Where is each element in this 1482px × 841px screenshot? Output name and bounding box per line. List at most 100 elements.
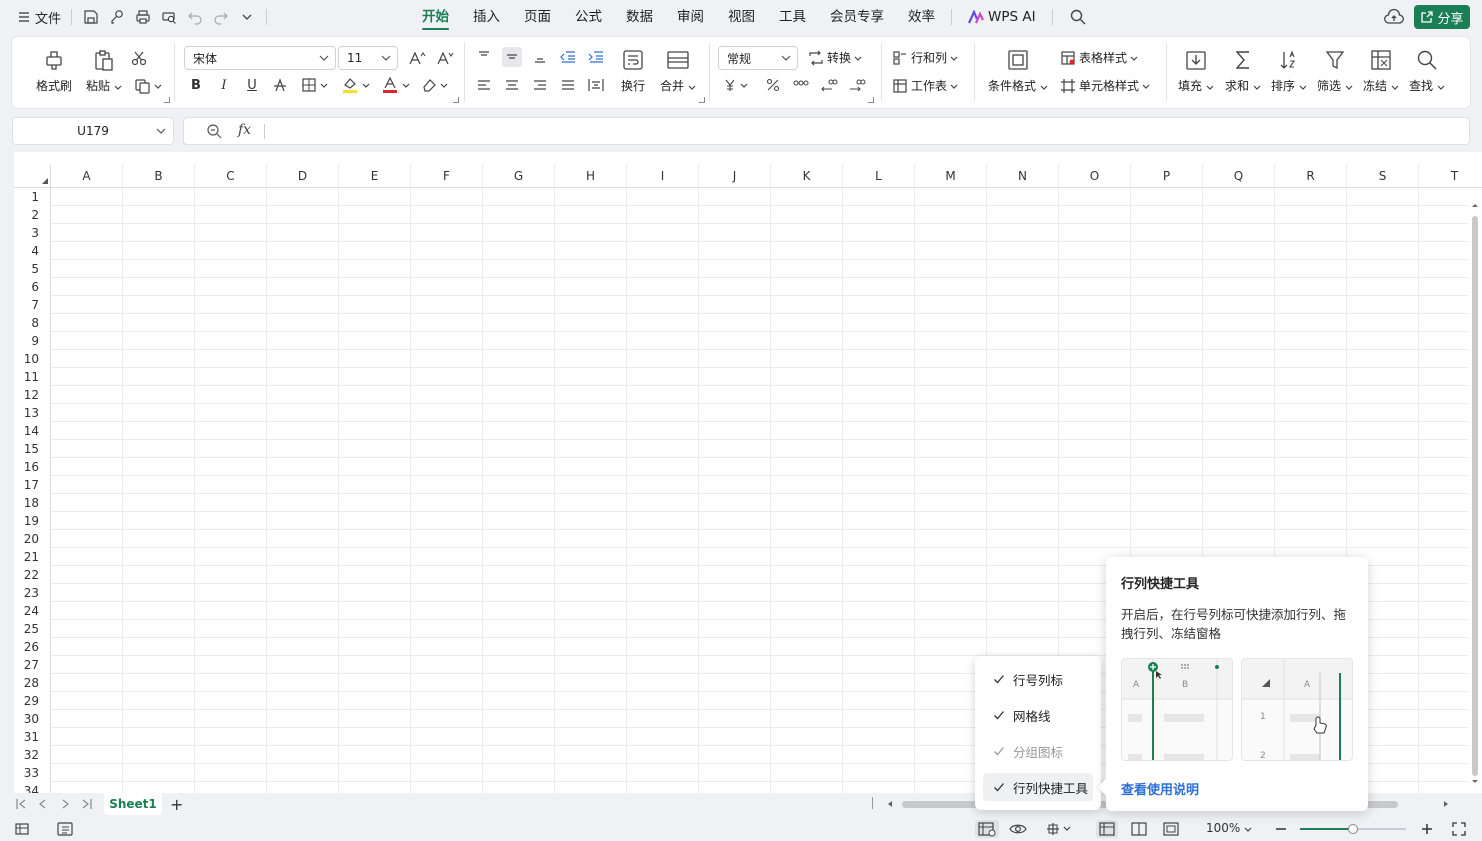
tab-insert[interactable]: 插入 bbox=[461, 0, 512, 34]
font-color-icon[interactable] bbox=[380, 75, 414, 95]
print-preview-icon[interactable] bbox=[160, 8, 178, 26]
row-header[interactable]: 13 bbox=[14, 404, 51, 422]
row-header[interactable]: 4 bbox=[14, 242, 51, 260]
column-header[interactable]: D bbox=[267, 164, 339, 188]
column-header[interactable]: I bbox=[627, 164, 699, 188]
scroll-down-icon[interactable] bbox=[1468, 775, 1482, 789]
prev-sheet-icon[interactable] bbox=[36, 797, 50, 811]
row-header[interactable]: 22 bbox=[14, 566, 51, 584]
row-header[interactable]: 20 bbox=[14, 530, 51, 548]
cut-icon[interactable] bbox=[129, 48, 149, 68]
row-header[interactable]: 29 bbox=[14, 692, 51, 710]
cell-style-button[interactable]: 单元格样式 bbox=[1060, 77, 1150, 94]
column-header[interactable]: S bbox=[1347, 164, 1419, 188]
number-format-select[interactable]: 常规 bbox=[718, 46, 798, 70]
row-header[interactable]: 14 bbox=[14, 422, 51, 440]
align-center-icon[interactable] bbox=[502, 75, 522, 95]
row-header[interactable]: 10 bbox=[14, 350, 51, 368]
paste-button[interactable]: 粘贴 bbox=[86, 47, 122, 94]
macro-icon[interactable] bbox=[14, 820, 32, 838]
row-header[interactable]: 16 bbox=[14, 458, 51, 476]
row-header[interactable]: 32 bbox=[14, 746, 51, 764]
format-painter-button[interactable]: 格式刷 bbox=[36, 47, 72, 94]
formula-bar[interactable]: fx bbox=[183, 117, 1470, 145]
view-options-icon[interactable] bbox=[975, 820, 999, 838]
column-header[interactable]: O bbox=[1059, 164, 1131, 188]
scroll-up-icon[interactable] bbox=[1468, 198, 1482, 212]
alignment-launcher[interactable] bbox=[699, 97, 705, 103]
align-bottom-icon[interactable] bbox=[530, 47, 550, 67]
distribute-icon[interactable] bbox=[586, 75, 606, 95]
decrease-font-icon[interactable] bbox=[435, 48, 455, 68]
row-header[interactable]: 23 bbox=[14, 584, 51, 602]
sort-button[interactable]: 排序 bbox=[1271, 47, 1307, 94]
copy-icon[interactable] bbox=[132, 76, 166, 96]
share-button[interactable]: 分享 bbox=[1414, 5, 1470, 29]
menu-item-row-col-tools[interactable]: 行列快捷工具 bbox=[983, 773, 1093, 801]
zoom-out-icon[interactable] bbox=[1274, 820, 1288, 838]
fill-color-icon[interactable] bbox=[340, 75, 374, 95]
column-header[interactable]: J bbox=[699, 164, 771, 188]
fill-button[interactable]: 填充 bbox=[1178, 47, 1214, 94]
row-header[interactable]: 34 bbox=[14, 782, 51, 793]
row-header[interactable]: 25 bbox=[14, 620, 51, 638]
find-button[interactable]: 查找 bbox=[1409, 47, 1445, 94]
column-header[interactable]: G bbox=[483, 164, 555, 188]
menu-item-headings[interactable]: 行号列标 bbox=[983, 665, 1093, 693]
row-header[interactable]: 12 bbox=[14, 386, 51, 404]
first-sheet-icon[interactable] bbox=[14, 797, 28, 811]
eye-protection-icon[interactable] bbox=[1008, 820, 1028, 838]
increase-decimal-icon[interactable] bbox=[819, 75, 839, 95]
row-header[interactable]: 26 bbox=[14, 638, 51, 656]
sheet-tab[interactable]: Sheet1 bbox=[104, 793, 162, 815]
column-header[interactable]: B bbox=[123, 164, 195, 188]
row-header[interactable]: 30 bbox=[14, 710, 51, 728]
column-header[interactable]: T bbox=[1419, 164, 1482, 188]
row-header[interactable]: 15 bbox=[14, 440, 51, 458]
row-header[interactable]: 9 bbox=[14, 332, 51, 350]
vertical-scroll-thumb[interactable] bbox=[1472, 216, 1478, 776]
page-break-icon[interactable] bbox=[1162, 820, 1180, 838]
column-header[interactable]: R bbox=[1275, 164, 1347, 188]
redo-icon[interactable] bbox=[212, 8, 230, 26]
select-all-corner[interactable] bbox=[14, 164, 51, 188]
tab-page[interactable]: 页面 bbox=[512, 0, 563, 34]
row-header[interactable]: 7 bbox=[14, 296, 51, 314]
italic-button[interactable]: I bbox=[214, 75, 234, 95]
table-style-button[interactable]: 表格样式 bbox=[1060, 49, 1138, 66]
underline-button[interactable]: U bbox=[242, 75, 262, 95]
column-header[interactable]: P bbox=[1131, 164, 1203, 188]
tab-efficiency[interactable]: 效率 bbox=[896, 0, 947, 34]
tab-view[interactable]: 视图 bbox=[716, 0, 767, 34]
zoom-icon[interactable] bbox=[206, 123, 222, 139]
tab-formula[interactable]: 公式 bbox=[563, 0, 614, 34]
font-size-select[interactable]: 11 bbox=[338, 46, 398, 70]
clear-format-icon[interactable] bbox=[420, 75, 452, 95]
fx-button[interactable]: fx bbox=[238, 122, 251, 138]
tab-review[interactable]: 审阅 bbox=[665, 0, 716, 34]
conditional-format-button[interactable]: 条件格式 bbox=[988, 47, 1048, 94]
column-header[interactable]: N bbox=[987, 164, 1059, 188]
undo-icon[interactable] bbox=[186, 8, 204, 26]
merge-button[interactable]: 合并 bbox=[660, 47, 696, 94]
tab-wps-ai[interactable]: WPS AI bbox=[956, 0, 1048, 34]
cloud-upload-icon[interactable] bbox=[1384, 7, 1404, 27]
row-header[interactable]: 5 bbox=[14, 260, 51, 278]
row-header[interactable]: 31 bbox=[14, 728, 51, 746]
tab-member[interactable]: 会员专享 bbox=[818, 0, 896, 34]
row-header[interactable]: 18 bbox=[14, 494, 51, 512]
freeze-button[interactable]: 冻结 bbox=[1363, 47, 1399, 94]
decrease-indent-icon[interactable] bbox=[558, 47, 578, 67]
convert-button[interactable]: 转换 bbox=[808, 49, 862, 66]
worksheet-button[interactable]: 工作表 bbox=[892, 77, 958, 94]
name-box[interactable]: U179 bbox=[12, 117, 174, 145]
search-icon[interactable] bbox=[1069, 8, 1087, 26]
align-left-icon[interactable] bbox=[474, 75, 494, 95]
column-header[interactable]: M bbox=[915, 164, 987, 188]
strikethrough-icon[interactable] bbox=[270, 75, 290, 95]
increase-indent-icon[interactable] bbox=[586, 47, 606, 67]
zoom-slider[interactable] bbox=[1300, 824, 1406, 834]
column-header[interactable]: Q bbox=[1203, 164, 1275, 188]
zoom-level[interactable]: 100% bbox=[1206, 821, 1252, 835]
usage-guide-link[interactable]: 查看使用说明 bbox=[1121, 779, 1199, 798]
